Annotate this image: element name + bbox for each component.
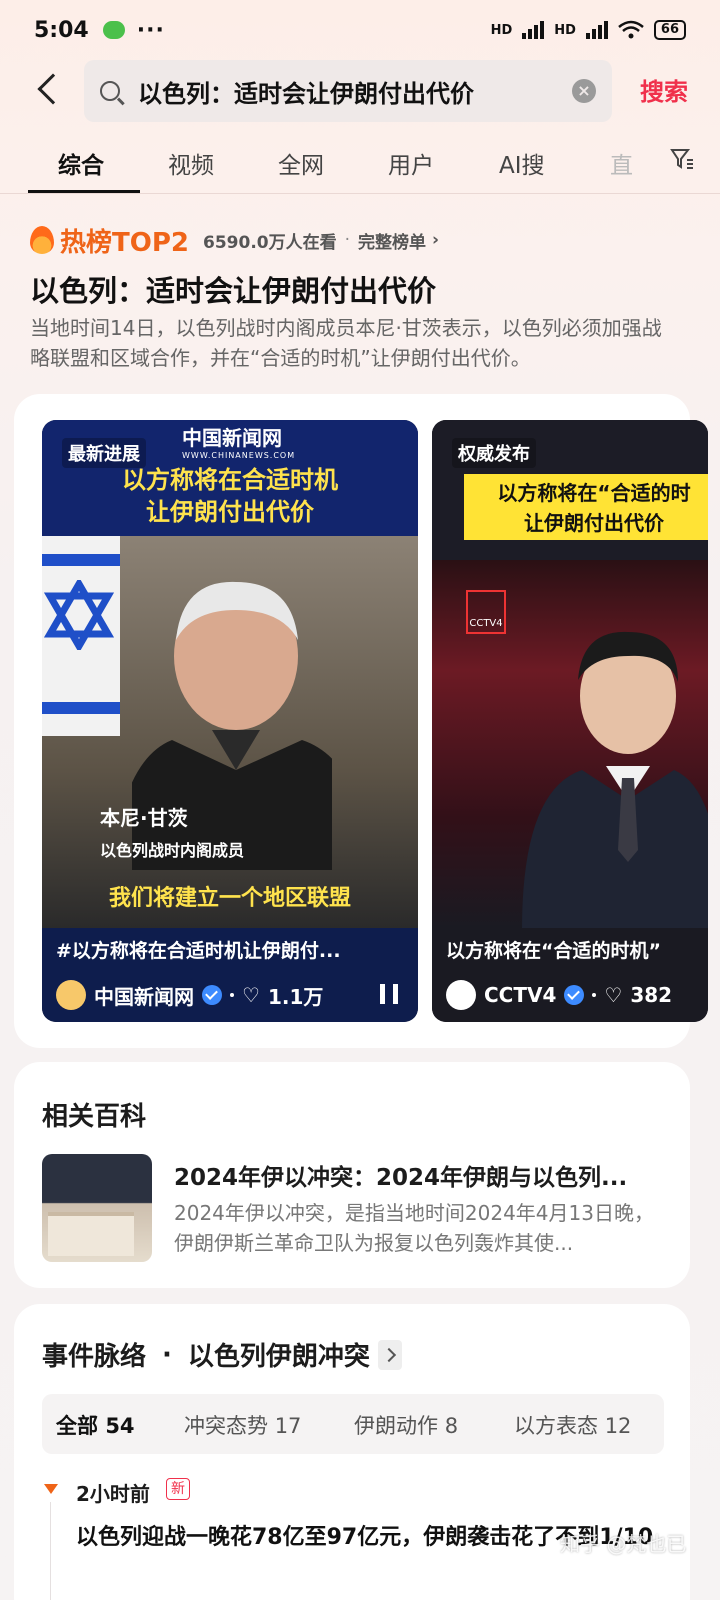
search-icon [100, 81, 120, 101]
signal-icon-2 [585, 21, 608, 39]
tab-ai-search[interactable]: AI搜 [499, 146, 545, 180]
clear-search-button[interactable]: × [572, 79, 596, 103]
new-badge: 新 [166, 1478, 190, 1500]
israel-flag-image [42, 536, 120, 736]
search-header: 以色列：适时会让伊朗付出代价 × 搜索 [0, 58, 720, 122]
event-topic: 以色列伊朗冲突 [187, 1342, 370, 1372]
news-anchor-image [522, 631, 708, 930]
full-list-link[interactable]: 完整榜单 [358, 228, 426, 253]
filter-israel-statements[interactable]: 以方表态 12 [514, 1410, 631, 1440]
event-time: 2小时前 [76, 1482, 150, 1506]
wiki-thumbnail [42, 1154, 152, 1262]
source-name[interactable]: CCTV4 [484, 983, 556, 1007]
back-button[interactable] [32, 72, 69, 106]
wiki-section-title: 相关百科 [42, 1102, 147, 1132]
video-meta: 中国新闻网 ♡ 1.1万 [56, 980, 323, 1010]
video-banner-title: 以方称将在合适时机 让伊朗付出代价 [122, 465, 338, 526]
search-box[interactable]: 以色列：适时会让伊朗付出代价 × [84, 60, 612, 122]
pause-icon[interactable] [380, 984, 398, 1004]
event-section-title[interactable]: 事件脉络 · 以色列伊朗冲突 [42, 1336, 402, 1373]
chevron-right-icon[interactable]: › [432, 230, 439, 250]
more-notifications-icon: ··· [136, 17, 165, 43]
search-button[interactable]: 搜索 [640, 72, 688, 107]
filter-conflict[interactable]: 冲突态势 17 [184, 1410, 301, 1440]
wiki-entry-desc: 2024年伊以冲突，是指当地时间2024年4月13日晚，伊朗伊斯兰革命卫队为报复… [174, 1201, 654, 1255]
wechat-icon [102, 21, 125, 39]
speaker-name: 本尼·甘茨 [100, 806, 188, 830]
speaker-nameplate: 本尼·甘茨 以色列战时内阁成员 [100, 802, 244, 861]
signal-icon [522, 21, 545, 39]
video-card-1[interactable]: 最新进展 中国新闻网 WWW.CHINANEWS.COM 以方称将在合适时机 让伊… [42, 420, 418, 1022]
heart-icon[interactable]: ♡ [242, 983, 260, 1007]
separator-dot: · [344, 230, 351, 250]
tab-web[interactable]: 全网 [278, 146, 324, 180]
source-avatar[interactable] [446, 980, 476, 1010]
chinanews-logo: 中国新闻网 WWW.CHINANEWS.COM [182, 426, 296, 460]
status-bar: 5:04 ··· HD HD 66 [0, 0, 720, 60]
status-time: 5:04 [34, 17, 89, 43]
filter-iran-actions[interactable]: 伊朗动作 8 [354, 1410, 458, 1440]
heart-icon[interactable]: ♡ [604, 983, 622, 1007]
flame-icon [30, 226, 54, 254]
wiki-entry-title[interactable]: 2024年伊以冲突：2024年伊朗与以色列... [174, 1158, 664, 1192]
verified-icon [202, 985, 222, 1005]
separator-dot [230, 993, 234, 997]
video-caption: #以方称将在合适时机让伊朗付... [56, 940, 341, 962]
hd-label-1: HD [490, 22, 513, 38]
timeline-marker-icon [44, 1484, 58, 1494]
video-banner: 权威发布 以方称将在“合适的时 让伊朗付出代价 [432, 420, 708, 560]
filter-icon[interactable] [670, 148, 694, 170]
video-caption: 以方称将在“合适的时机” [446, 940, 661, 962]
speaker-role: 以色列战时内阁成员 [100, 841, 245, 860]
verified-icon [564, 985, 585, 1005]
video-banner: 最新进展 中国新闻网 WWW.CHINANEWS.COM 以方称将在合适时机 让伊… [42, 420, 418, 536]
hd-label-2: HD [554, 22, 576, 38]
chevron-right-icon [377, 1339, 402, 1370]
source-avatar[interactable] [56, 980, 86, 1010]
video-subtitle: 我们将建立一个地区联盟 [108, 885, 351, 911]
active-tab-indicator [28, 190, 140, 193]
zhihu-watermark: 知乎 @梵也已 [560, 1532, 687, 1556]
tab-live[interactable]: 直 [610, 146, 633, 180]
news-summary: 当地时间14日，以色列战时内阁成员本尼·甘茨表示，以色列必须加强战略联盟和区域合… [30, 316, 662, 370]
hot-rank-row: 热榜TOP2 6590.0万人在看 · 完整榜单 › [30, 224, 439, 258]
result-tabs: 综合 视频 全网 用户 AI搜 直 [0, 136, 720, 194]
chevron-left-icon [37, 73, 69, 105]
separator-dot [592, 993, 597, 997]
hot-rank-label: 热榜TOP2 [60, 227, 189, 258]
page-title[interactable]: 以色列：适时会让伊朗付出代价 [30, 268, 436, 310]
source-name[interactable]: 中国新闻网 [94, 981, 194, 1010]
event-filters: 全部 54 冲突态势 17 伊朗动作 8 以方表态 12 [42, 1394, 664, 1454]
video-tag: 权威发布 [452, 438, 536, 468]
wifi-icon [618, 20, 644, 39]
video-info-bar: 以方称将在“合适的时机” CCTV4 ♡ 382 [432, 928, 708, 1022]
like-count: 382 [630, 983, 673, 1007]
tab-comprehensive[interactable]: 综合 [58, 146, 104, 180]
tab-users[interactable]: 用户 [388, 146, 434, 180]
video-info-bar: #以方称将在合适时机让伊朗付... 中国新闻网 ♡ 1.1万 [42, 928, 418, 1022]
video-meta: CCTV4 ♡ 382 [446, 980, 672, 1010]
viewer-count: 6590.0万人在看 [203, 232, 337, 253]
battery-icon: 66 [653, 20, 686, 40]
filter-all[interactable]: 全部 54 [56, 1410, 135, 1440]
cctv4-logo: CCTV4 [466, 590, 506, 634]
video-card-2[interactable]: 权威发布 以方称将在“合适的时 让伊朗付出代价 CCTV4 以方称将在“合适的时… [432, 420, 708, 1022]
tab-video[interactable]: 视频 [168, 146, 214, 180]
video-banner-title: 以方称将在“合适的时 让伊朗付出代价 [464, 474, 708, 540]
search-input[interactable]: 以色列：适时会让伊朗付出代价 [138, 74, 572, 109]
like-count: 1.1万 [267, 984, 324, 1009]
timeline-line [50, 1502, 51, 1600]
